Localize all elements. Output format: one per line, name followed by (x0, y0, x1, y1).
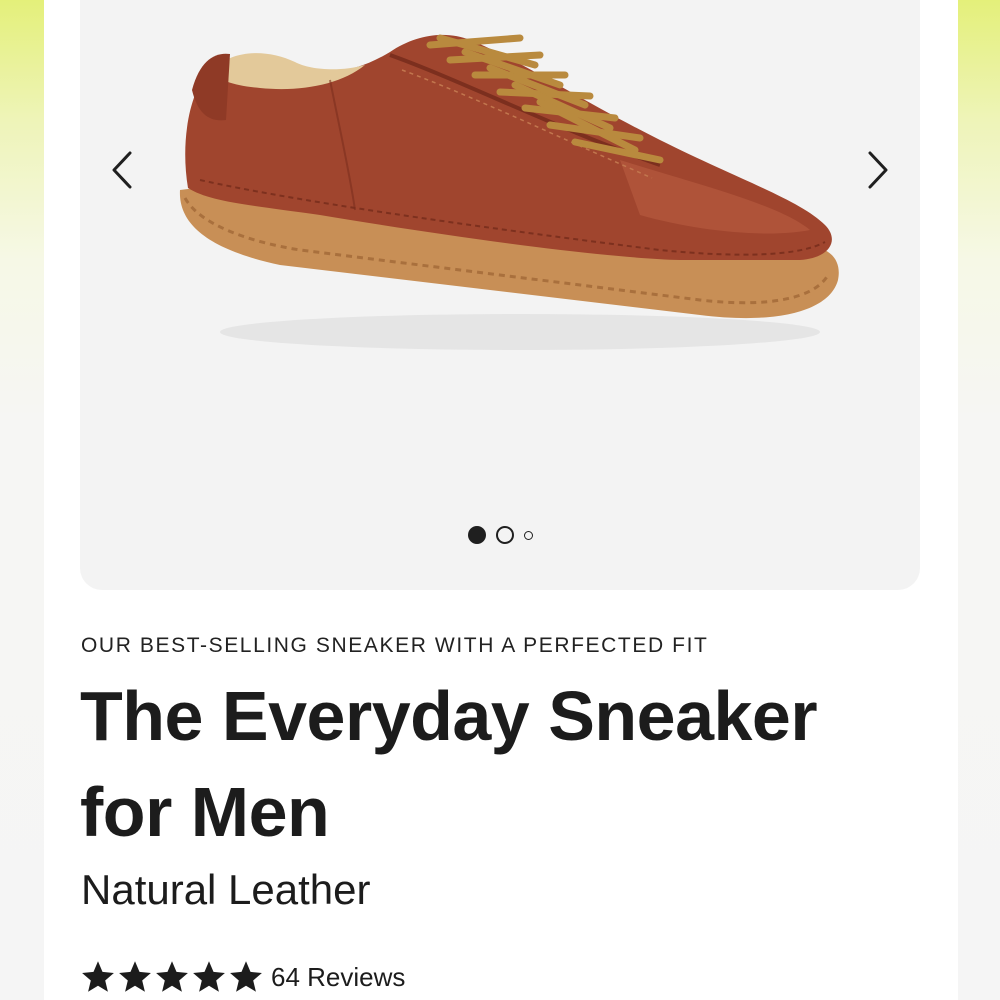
gallery-pagination (80, 525, 920, 545)
product-title-line-2: for Men (80, 773, 330, 851)
product-eyebrow: OUR BEST-SELLING SNEAKER WITH A PERFECTE… (81, 634, 709, 657)
star-icon (193, 961, 225, 992)
gallery-dot-2[interactable] (495, 526, 514, 544)
reviews-count-link[interactable]: 64 Reviews (271, 962, 405, 993)
product-page: OUR BEST-SELLING SNEAKER WITH A PERFECTE… (44, 0, 958, 1000)
product-title-line-1: The Everyday Sneaker (80, 677, 818, 755)
product-image-gallery[interactable] (80, 0, 920, 590)
gallery-next-button[interactable] (856, 145, 896, 195)
product-title: The Everyday Sneaker for Men (80, 668, 940, 860)
gallery-prev-button[interactable] (104, 145, 144, 195)
product-rating[interactable]: 64 Reviews (80, 952, 405, 1000)
product-image-shoe (179, 34, 839, 350)
chevron-left-icon (112, 151, 132, 189)
star-icon (230, 961, 262, 992)
star-icon (156, 961, 188, 992)
product-material: Natural Leather (81, 866, 371, 913)
gallery-dot-3[interactable] (523, 530, 533, 540)
chevron-right-icon (868, 151, 888, 189)
star-icon (82, 961, 114, 992)
gallery-dot-1[interactable] (467, 526, 486, 544)
star-icon (119, 961, 151, 992)
